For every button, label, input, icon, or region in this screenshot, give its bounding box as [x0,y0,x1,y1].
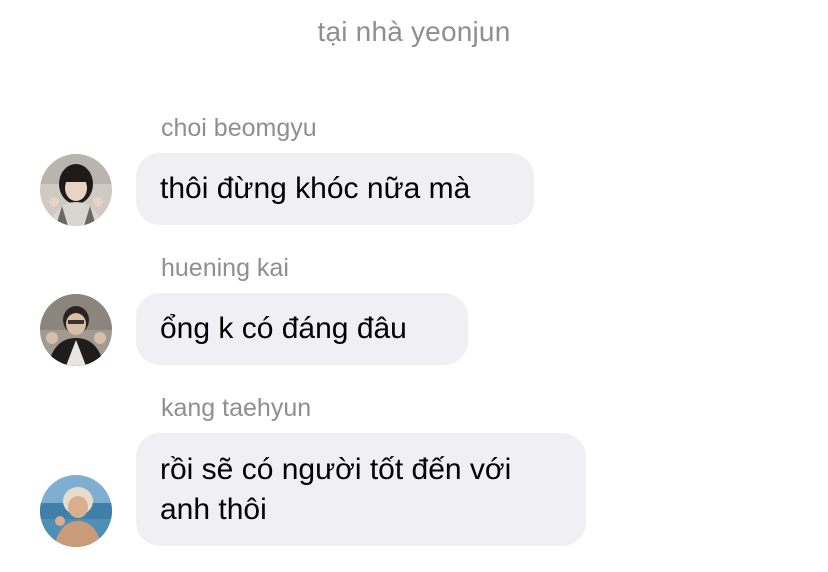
message-text-line: rồi sẽ có người tốt đến với [160,453,512,486]
avatar[interactable] [40,154,112,226]
sender-name: kang taehyun [161,394,312,422]
message-text: thôi đừng khóc nữa mà [160,172,471,205]
avatar[interactable] [40,294,112,366]
avatar[interactable] [40,475,112,547]
message-bubble[interactable]: ổng k có đáng đâu [136,293,468,365]
sender-name: huening kai [161,254,289,282]
message-bubble[interactable]: rồi sẽ có người tốt đến với anh thôi [136,433,586,546]
message-text-line: anh thôi [160,493,267,526]
chat-title: tại nhà yeonjun [317,16,511,47]
message-bubble[interactable]: thôi đừng khóc nữa mà [136,153,534,225]
sender-name: choi beomgyu [161,114,317,142]
message-text: ổng k có đáng đâu [160,312,407,345]
